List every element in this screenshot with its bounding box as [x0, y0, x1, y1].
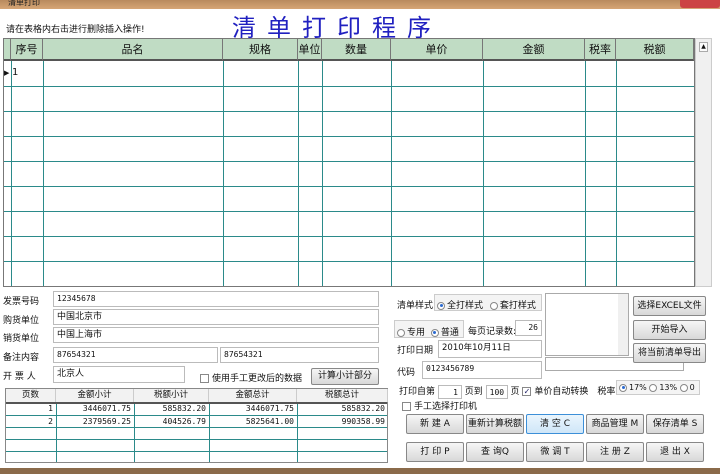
tax-17-radio[interactable]: 17%: [619, 383, 647, 392]
col-header[interactable]: 金额: [483, 39, 585, 61]
buyer-label: 购货单位: [3, 316, 40, 326]
tax-0-radio[interactable]: 0: [679, 383, 695, 392]
auto-convert-checkbox[interactable]: ✓ 单价自动转换: [522, 387, 588, 397]
adjust-button[interactable]: 微 调 T: [526, 442, 584, 462]
date-label: 打印日期: [397, 346, 434, 356]
style-label: 清单样式: [397, 301, 434, 311]
style-overlay-label: 套打样式: [499, 301, 536, 311]
table-cell: 990358.99: [341, 417, 385, 426]
type-special-radio[interactable]: 专用: [397, 328, 425, 338]
style-overlay-radio[interactable]: 套打样式: [489, 301, 536, 311]
tax-rate-label: 税率: [597, 387, 616, 397]
listbox-scrollbar[interactable]: [618, 294, 628, 355]
tax-13-radio[interactable]: 13%: [649, 383, 677, 392]
table-cell: 585832.20: [341, 404, 385, 413]
auto-convert-label: 单价自动转换: [534, 387, 589, 397]
type-normal-label: 普通: [440, 328, 459, 338]
export-button[interactable]: 将当前清单导出: [633, 343, 706, 363]
style-radio-group: 全打样式 套打样式: [434, 294, 542, 311]
table-cell: 1: [48, 404, 53, 413]
table-cell: 585832.20: [162, 404, 206, 413]
manual-printer-checkbox[interactable]: 手工选择打印机: [402, 399, 477, 412]
to-label: 页到: [464, 387, 483, 397]
invoice-no-label: 发票号码: [3, 297, 40, 307]
save-list-button[interactable]: 保存清单 S: [646, 414, 704, 434]
col-header[interactable]: 税率: [585, 39, 616, 61]
print-button[interactable]: 打 印 P: [406, 442, 464, 462]
col-header: 税额总计: [297, 389, 388, 402]
recalc-tax-button[interactable]: 重新计算税额: [466, 414, 524, 434]
table-cell: 2379569.25: [82, 417, 131, 426]
col-header: 金额总计: [209, 389, 297, 402]
table-cell: 3446071.75: [245, 404, 294, 413]
file-listbox[interactable]: [545, 293, 629, 356]
col-header[interactable]: 规格: [223, 39, 298, 61]
col-header: 税额小计: [134, 389, 209, 402]
date-input[interactable]: 2010年10月11日: [438, 340, 542, 358]
col-header[interactable]: 单位: [298, 39, 322, 61]
code-label: 代码: [397, 368, 416, 378]
row-header-corner: [4, 39, 11, 61]
table-cell: 2: [48, 417, 53, 426]
clear-button[interactable]: 清 空 C: [526, 414, 584, 434]
goods-management-button[interactable]: 商品管理 M: [586, 414, 644, 434]
tax-17-label: 17%: [629, 383, 647, 392]
hint-text: 请在表格内右击进行删除插入操作!: [6, 25, 145, 35]
manual-data-checkbox[interactable]: 使用手工更改后的数据: [200, 371, 302, 384]
print-from-label: 打印自第: [399, 387, 436, 397]
subtotals-table[interactable]: 页数 金额小计 税额小计 金额总计 税额总计 1 3446071.75 5858…: [5, 388, 388, 463]
table-cell: 5825641.00: [245, 417, 294, 426]
items-grid[interactable]: 序号 品名 规格 单位 数量 单价 金额 税率 税额 ▶ 1: [3, 38, 695, 287]
note-input-2[interactable]: 87654321: [220, 347, 379, 363]
from-page-input[interactable]: 1: [437, 384, 462, 399]
style-full-radio[interactable]: 全打样式: [437, 301, 483, 311]
code-input[interactable]: 0123456789: [422, 361, 542, 379]
col-header[interactable]: 税额: [616, 39, 694, 61]
type-special-label: 专用: [407, 328, 426, 338]
scroll-up-icon[interactable]: ▲: [699, 42, 708, 52]
print-range-row: 打印自第 1 页到 100 页 ✓ 单价自动转换 税率: [399, 384, 615, 399]
buyer-input[interactable]: 中国北京市: [53, 309, 379, 325]
type-normal-radio[interactable]: 普通: [430, 328, 459, 338]
col-header[interactable]: 序号: [11, 39, 43, 61]
type-radio-group: 专用 普通: [394, 320, 464, 338]
close-button[interactable]: [680, 0, 720, 8]
current-row-indicator-icon: ▶: [4, 69, 10, 77]
note-input-1[interactable]: 87654321: [53, 347, 218, 363]
tax-rate-group: 17% 13% 0: [616, 380, 700, 395]
start-import-button[interactable]: 开始导入: [633, 320, 706, 340]
col-header[interactable]: 品名: [43, 39, 223, 61]
new-button[interactable]: 新 建 A: [406, 414, 464, 434]
select-excel-button[interactable]: 选择EXCEL文件: [633, 296, 706, 316]
col-header[interactable]: 单价: [391, 39, 483, 61]
grid-scrollbar[interactable]: ▲: [695, 38, 712, 287]
per-page-input[interactable]: 26: [515, 320, 542, 336]
col-header: 页数: [6, 389, 56, 402]
invoice-no-input[interactable]: 12345678: [53, 291, 379, 307]
table-cell: 3446071.75: [82, 404, 131, 413]
calc-subtotal-button[interactable]: 计算小计部分: [311, 368, 379, 385]
tax-0-label: 0: [689, 383, 695, 392]
window-bottom-border: [0, 468, 720, 474]
col-header[interactable]: 数量: [322, 39, 391, 61]
to-page-input[interactable]: 100: [485, 384, 508, 399]
style-full-label: 全打样式: [447, 301, 484, 311]
query-button[interactable]: 查 询Q: [466, 442, 524, 462]
tax-13-label: 13%: [659, 383, 678, 392]
issuer-label: 开 票 人: [3, 372, 36, 382]
per-page-label: 每页记录数:: [468, 327, 517, 337]
window-title: 清单打印: [8, 0, 40, 7]
seller-input[interactable]: 中国上海市: [53, 327, 379, 343]
manual-printer-label: 手工选择打印机: [414, 402, 478, 412]
col-header: 金额小计: [56, 389, 134, 402]
seller-label: 销货单位: [3, 334, 40, 344]
page-label: 页: [510, 387, 520, 397]
note-label: 备注内容: [3, 353, 40, 363]
table-cell: 404526.79: [162, 417, 206, 426]
exit-button[interactable]: 退 出 X: [646, 442, 704, 462]
grid-cell[interactable]: 1: [12, 67, 18, 78]
issuer-input[interactable]: 北京人: [53, 366, 185, 383]
register-button[interactable]: 注 册 Z: [586, 442, 644, 462]
manual-data-label: 使用手工更改后的数据: [212, 374, 303, 384]
